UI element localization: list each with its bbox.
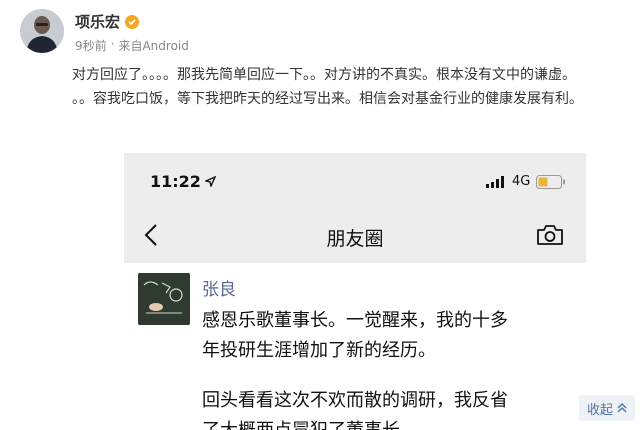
author-avatar[interactable] <box>20 9 64 53</box>
meta-separator: · <box>110 37 115 51</box>
status-bar-time: 11:22 <box>150 172 216 191</box>
post-text-line: 。。容我吃口饭，等下我把昨天的经过写出来。相信会对基金行业的健康发展有利。 <box>72 91 583 107</box>
post-source: 来自Android <box>118 39 189 53</box>
camera-icon[interactable] <box>536 223 564 247</box>
battery-icon <box>536 175 565 189</box>
post-time: 9秒前 <box>75 39 107 53</box>
moment-text-line: 年投研生涯增加了新的经历。 <box>202 340 436 361</box>
moment-text: 感恩乐歌董事长。一觉醒来，我的十多 年投研生涯增加了新的经历。 回头看看这次不欢… <box>202 306 582 430</box>
author-name-text[interactable]: 项乐宏 <box>75 11 120 32</box>
moment-avatar[interactable] <box>138 273 190 325</box>
collapse-label: 收起 <box>586 402 613 418</box>
double-chevron-up-icon <box>617 403 627 413</box>
collapse-button[interactable]: 收起 <box>579 395 635 421</box>
status-time-text: 11:22 <box>150 172 201 191</box>
embedded-screenshot[interactable]: 11:22 4G 朋友圈 张良 感恩乐歌董事长。一觉醒来，我的十多 年投研生涯增… <box>124 153 586 430</box>
moment-author-name[interactable]: 张良 <box>202 275 236 300</box>
verified-badge-icon <box>125 14 140 29</box>
signal-icon <box>486 176 504 188</box>
location-arrow-icon <box>204 176 216 187</box>
moment-text-line: 回头看看这次不欢而散的调研，我反省 <box>202 390 508 411</box>
post-text: 对方回应了。。。。那我先简单回应一下。。对方讲的不真实。根本没有文中的谦虚。 。… <box>72 63 632 111</box>
nav-title: 朋友圈 <box>326 228 384 250</box>
post-text-line: 对方回应了。。。。那我先简单回应一下。。对方讲的不真实。根本没有文中的谦虚。 <box>72 67 576 83</box>
moment-text-line: 了大概两点冒犯了董事长。 <box>202 416 582 430</box>
post-meta: 9秒前 · 来自Android <box>75 37 189 54</box>
network-label: 4G <box>512 174 531 189</box>
moment-text-line: 感恩乐歌董事长。一觉醒来，我的十多 <box>202 310 508 331</box>
author-name[interactable]: 项乐宏 <box>75 11 140 32</box>
